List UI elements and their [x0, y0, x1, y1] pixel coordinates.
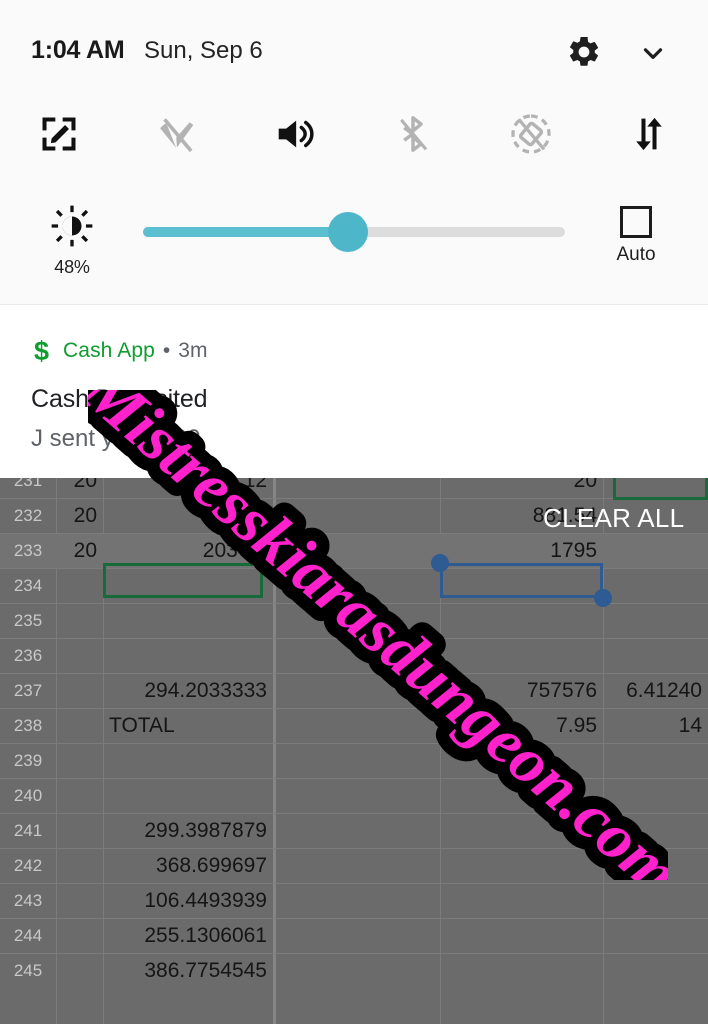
auto-brightness-checkbox[interactable] [620, 206, 652, 238]
bluetooth-tile[interactable] [354, 96, 472, 172]
date-label: Sun, Sep 6 [144, 37, 263, 64]
table-cell[interactable]: 255.1306061 [103, 918, 273, 953]
selection-handle-start[interactable] [431, 554, 449, 572]
table-cell[interactable]: 7.95 [440, 708, 603, 743]
selection-handle-end[interactable] [594, 589, 612, 607]
grid-hline [0, 743, 708, 744]
brightness-control: 48% [48, 204, 96, 278]
table-cell[interactable]: 294.2033333 [103, 673, 273, 708]
notification-header: $ Cash App • 3m [34, 337, 207, 365]
notification-separator: • [162, 339, 171, 362]
mobile-data-tile[interactable] [590, 96, 708, 172]
screenshot-edit-tile[interactable] [0, 96, 118, 172]
sound-tile[interactable] [236, 96, 354, 172]
brightness-row: 48% Auto [0, 196, 708, 292]
table-cell[interactable]: 1795 [440, 533, 603, 568]
table-row[interactable]: 243 106.4493939 [0, 883, 708, 918]
table-row[interactable]: 235 [0, 603, 708, 638]
volume-up-icon [272, 111, 318, 157]
grid-hline [0, 918, 708, 919]
row-header[interactable]: 237 [0, 673, 56, 708]
row-header[interactable]: 236 [0, 638, 56, 673]
spreadsheet-background: 231 20 12 20 232 20 1058.1 881.54 233 20 2034.9 179… [0, 478, 708, 1024]
status-bar-header: 1:04 AM Sun, Sep 6 [0, 0, 708, 92]
table-row[interactable]: 245 386.7754545 [0, 953, 708, 988]
clear-all-button[interactable]: CLEAR ALL [543, 503, 684, 534]
table-row[interactable]: 241 299.3987879 [0, 813, 708, 848]
row-header[interactable]: 244 [0, 918, 56, 953]
wifi-off-icon [154, 111, 200, 157]
gear-icon[interactable] [566, 34, 602, 70]
slider-fill [143, 227, 345, 237]
chevron-down-icon[interactable] [636, 38, 670, 68]
row-header[interactable]: 240 [0, 778, 56, 813]
grid-hline [0, 708, 708, 709]
auto-brightness-label: Auto [616, 244, 656, 265]
notification-timestamp: 3m [178, 339, 208, 362]
table-cell[interactable]: 20 [56, 533, 103, 568]
bluetooth-off-icon [391, 112, 435, 156]
table-cell[interactable]: 757576 [440, 673, 603, 708]
row-header[interactable]: 234 [0, 568, 56, 603]
table-cell[interactable]: 20 [440, 478, 603, 498]
table-row[interactable]: 242 368.699697 [0, 848, 708, 883]
quick-settings-panel: 1:04 AM Sun, Sep 6 48% Auto [0, 0, 708, 304]
grid-hline [0, 953, 708, 954]
grid-hline [0, 883, 708, 884]
brightness-percent-label: 48% [54, 257, 90, 277]
wifi-tile[interactable] [118, 96, 236, 172]
notification-card[interactable]: $ Cash App • 3m Cash Deposited J sent yo… [0, 304, 708, 478]
notification-title: Cash Deposited [31, 385, 208, 413]
table-cell[interactable]: 368.699697 [103, 848, 273, 883]
table-cell[interactable]: TOTAL [103, 708, 273, 743]
table-row[interactable]: 237 294.2033333 757576 6.41240 [0, 673, 708, 708]
quick-settings-tiles [0, 96, 708, 172]
table-row[interactable]: 233 20 2034.9 1795 [0, 533, 708, 568]
grid-hline [0, 813, 708, 814]
row-header[interactable]: 232 [0, 498, 56, 533]
table-row[interactable]: 239 [0, 743, 708, 778]
grid-hline [0, 778, 708, 779]
row-header[interactable]: 235 [0, 603, 56, 638]
table-cell[interactable]: 6.41240 [603, 673, 708, 708]
grid-hline [0, 498, 708, 499]
grid-hline [0, 673, 708, 674]
table-row[interactable]: 240 [0, 778, 708, 813]
dollar-sign-icon: $ [34, 335, 50, 366]
table-row[interactable]: 244 255.1306061 [0, 918, 708, 953]
slider-thumb[interactable] [328, 212, 368, 252]
row-header[interactable]: 231 [0, 478, 56, 498]
auto-rotate-tile[interactable] [472, 96, 590, 172]
row-header[interactable]: 242 [0, 848, 56, 883]
row-header[interactable]: 243 [0, 883, 56, 918]
table-cell[interactable]: 14 [603, 708, 708, 743]
row-header[interactable]: 238 [0, 708, 56, 743]
row-header[interactable]: 245 [0, 953, 56, 988]
data-transfer-icon [628, 111, 670, 157]
table-cell[interactable]: 20 [56, 478, 103, 498]
notification-app-name: Cash App [63, 339, 155, 362]
row-header[interactable]: 239 [0, 743, 56, 778]
grid-hline [0, 848, 708, 849]
grid-hline [0, 638, 708, 639]
table-row[interactable]: 236 [0, 638, 708, 673]
table-row[interactable]: 238 TOTAL 7.95 14 [0, 708, 708, 743]
rotate-lock-icon [508, 111, 554, 157]
table-cell[interactable]: 2034.9 [103, 533, 273, 568]
notification-body: J sent you $100. [31, 425, 208, 452]
auto-brightness-toggle[interactable]: Auto [608, 206, 664, 266]
table-cell[interactable]: 1058.1 [103, 498, 273, 533]
table-cell[interactable]: 12 [103, 478, 273, 498]
grid-hline [0, 568, 708, 569]
table-row[interactable]: 231 20 12 20 [0, 478, 708, 498]
row-header[interactable]: 233 [0, 533, 56, 568]
table-cell[interactable]: 386.7754545 [103, 953, 273, 988]
brightness-icon [50, 205, 94, 252]
table-cell[interactable]: 20 [56, 498, 103, 533]
clock-label: 1:04 AM [31, 36, 125, 64]
row-header[interactable]: 241 [0, 813, 56, 848]
table-cell[interactable]: 106.4493939 [103, 883, 273, 918]
table-cell[interactable]: 299.3987879 [103, 813, 273, 848]
screenshot-edit-icon [37, 112, 81, 156]
